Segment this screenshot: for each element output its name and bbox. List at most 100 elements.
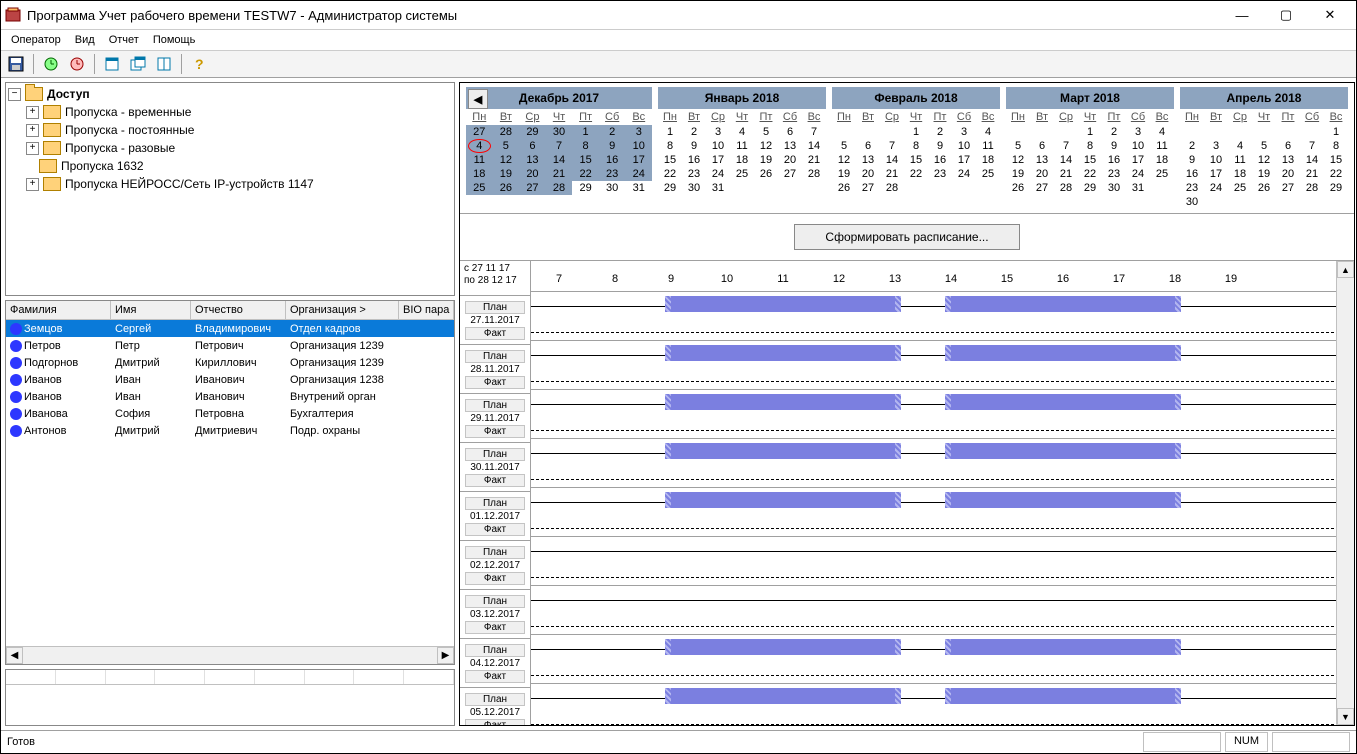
- calendar-day[interactable]: 13: [519, 153, 546, 167]
- calendar-day[interactable]: 29: [1078, 181, 1102, 195]
- scroll-up-icon[interactable]: ▲: [1337, 261, 1354, 278]
- calendar-day[interactable]: 11: [976, 139, 1000, 153]
- calendar-day[interactable]: 6: [1276, 139, 1300, 153]
- calendar-day[interactable]: 24: [625, 167, 652, 181]
- tree-expand-icon[interactable]: +: [26, 106, 39, 119]
- col-name[interactable]: Имя: [111, 301, 191, 319]
- tree-collapse-icon[interactable]: −: [8, 88, 21, 101]
- calendar-day[interactable]: 8: [572, 139, 599, 153]
- calendar-day[interactable]: 8: [904, 139, 928, 153]
- calendar-day[interactable]: 23: [1180, 181, 1204, 195]
- calendar-day[interactable]: 4: [466, 139, 493, 153]
- plan-label[interactable]: План: [465, 497, 525, 510]
- calendar-day[interactable]: 29: [572, 181, 599, 195]
- col-bio[interactable]: BIO пара: [399, 301, 454, 319]
- calendar-day[interactable]: 2: [682, 125, 706, 139]
- table-row[interactable]: ИвановИванИвановичВнутрений орган: [6, 388, 454, 405]
- calendar-day[interactable]: 12: [1006, 153, 1030, 167]
- calendar-day[interactable]: 28: [802, 167, 826, 181]
- calendar-day[interactable]: 9: [599, 139, 626, 153]
- col-surname[interactable]: Фамилия: [6, 301, 111, 319]
- tree-expand-icon[interactable]: +: [26, 124, 39, 137]
- calendar-day[interactable]: 14: [546, 153, 573, 167]
- calendar-day[interactable]: 31: [625, 181, 652, 195]
- calendar-day[interactable]: 27: [1030, 181, 1054, 195]
- calendar-day[interactable]: 21: [1300, 167, 1324, 181]
- schedule-row[interactable]: [531, 341, 1354, 390]
- calendar-day[interactable]: 5: [832, 139, 856, 153]
- calendar-day[interactable]: 6: [519, 139, 546, 153]
- menu-report[interactable]: Отчет: [103, 32, 145, 48]
- calendar-day[interactable]: 21: [880, 167, 904, 181]
- calendar-day[interactable]: 20: [1276, 167, 1300, 181]
- timeline-strip[interactable]: [5, 669, 455, 726]
- calendar-day[interactable]: 17: [706, 153, 730, 167]
- calendar-day[interactable]: 6: [856, 139, 880, 153]
- calendar-day[interactable]: 17: [1204, 167, 1228, 181]
- calendar-day[interactable]: [1252, 195, 1276, 209]
- minimize-button[interactable]: —: [1220, 4, 1264, 26]
- calendar-day[interactable]: 7: [802, 125, 826, 139]
- calendar-day[interactable]: 8: [1324, 139, 1348, 153]
- calendar-day[interactable]: 8: [1078, 139, 1102, 153]
- fact-label[interactable]: Факт: [465, 523, 525, 536]
- calendar-day[interactable]: 10: [1204, 153, 1228, 167]
- schedule-row[interactable]: [531, 537, 1354, 586]
- calendar-day[interactable]: 9: [1102, 139, 1126, 153]
- employee-hscroll[interactable]: ◀ ▶: [6, 646, 454, 664]
- plan-bar[interactable]: [671, 296, 895, 312]
- calendar-day[interactable]: 30: [1180, 195, 1204, 209]
- plan-bar[interactable]: [951, 688, 1175, 704]
- calendar-day[interactable]: 2: [599, 125, 626, 139]
- calendar-day[interactable]: 3: [1126, 125, 1150, 139]
- calendar-day[interactable]: 3: [625, 125, 652, 139]
- save-icon[interactable]: [5, 53, 27, 75]
- calendar-day[interactable]: 1: [1078, 125, 1102, 139]
- calendar-day[interactable]: 21: [802, 153, 826, 167]
- calendar-day[interactable]: 2: [928, 125, 952, 139]
- calendar-day[interactable]: 12: [754, 139, 778, 153]
- calendar-day[interactable]: [976, 181, 1000, 195]
- access-tree[interactable]: − Доступ +Пропуска - временные+Пропуска …: [5, 82, 455, 296]
- plan-bar[interactable]: [951, 639, 1175, 655]
- calendar-day[interactable]: [1300, 125, 1324, 139]
- calendar-day[interactable]: 25: [466, 181, 493, 195]
- calendar-day[interactable]: 16: [682, 153, 706, 167]
- calendar-day[interactable]: 16: [599, 153, 626, 167]
- calendar-day[interactable]: 22: [904, 167, 928, 181]
- calendar-day[interactable]: [832, 125, 856, 139]
- scroll-left-icon[interactable]: ◀: [6, 647, 23, 664]
- calendar-day[interactable]: 5: [754, 125, 778, 139]
- calendar-day[interactable]: 26: [832, 181, 856, 195]
- calendar-day[interactable]: 4: [730, 125, 754, 139]
- calendar-day[interactable]: 20: [1030, 167, 1054, 181]
- fact-label[interactable]: Факт: [465, 376, 525, 389]
- menu-help[interactable]: Помощь: [147, 32, 202, 48]
- calendar-day[interactable]: [1252, 125, 1276, 139]
- calendar-day[interactable]: 15: [904, 153, 928, 167]
- calendar-day[interactable]: 12: [1252, 153, 1276, 167]
- calendar-day[interactable]: 13: [778, 139, 802, 153]
- fact-label[interactable]: Факт: [465, 670, 525, 683]
- schedule-row[interactable]: [531, 635, 1354, 684]
- calendar-day[interactable]: 6: [778, 125, 802, 139]
- calendar-day[interactable]: 27: [519, 181, 546, 195]
- plan-bar[interactable]: [951, 492, 1175, 508]
- fact-label[interactable]: Факт: [465, 474, 525, 487]
- calendar-day[interactable]: [1276, 125, 1300, 139]
- calendar-day[interactable]: 28: [493, 125, 520, 139]
- calendar-day[interactable]: 18: [730, 153, 754, 167]
- col-org[interactable]: Организация >: [286, 301, 399, 319]
- calendar-day[interactable]: [1180, 125, 1204, 139]
- calendar-day[interactable]: 24: [1204, 181, 1228, 195]
- calendar-day[interactable]: 1: [1324, 125, 1348, 139]
- col-patr[interactable]: Отчество: [191, 301, 286, 319]
- calendar-day[interactable]: 21: [546, 167, 573, 181]
- calendar-day[interactable]: 30: [599, 181, 626, 195]
- plan-bar[interactable]: [671, 688, 895, 704]
- calendar-day[interactable]: 15: [658, 153, 682, 167]
- calendar-day[interactable]: 31: [706, 181, 730, 195]
- calendar-day[interactable]: 14: [880, 153, 904, 167]
- calendar-day[interactable]: 26: [754, 167, 778, 181]
- schedule-row[interactable]: [531, 439, 1354, 488]
